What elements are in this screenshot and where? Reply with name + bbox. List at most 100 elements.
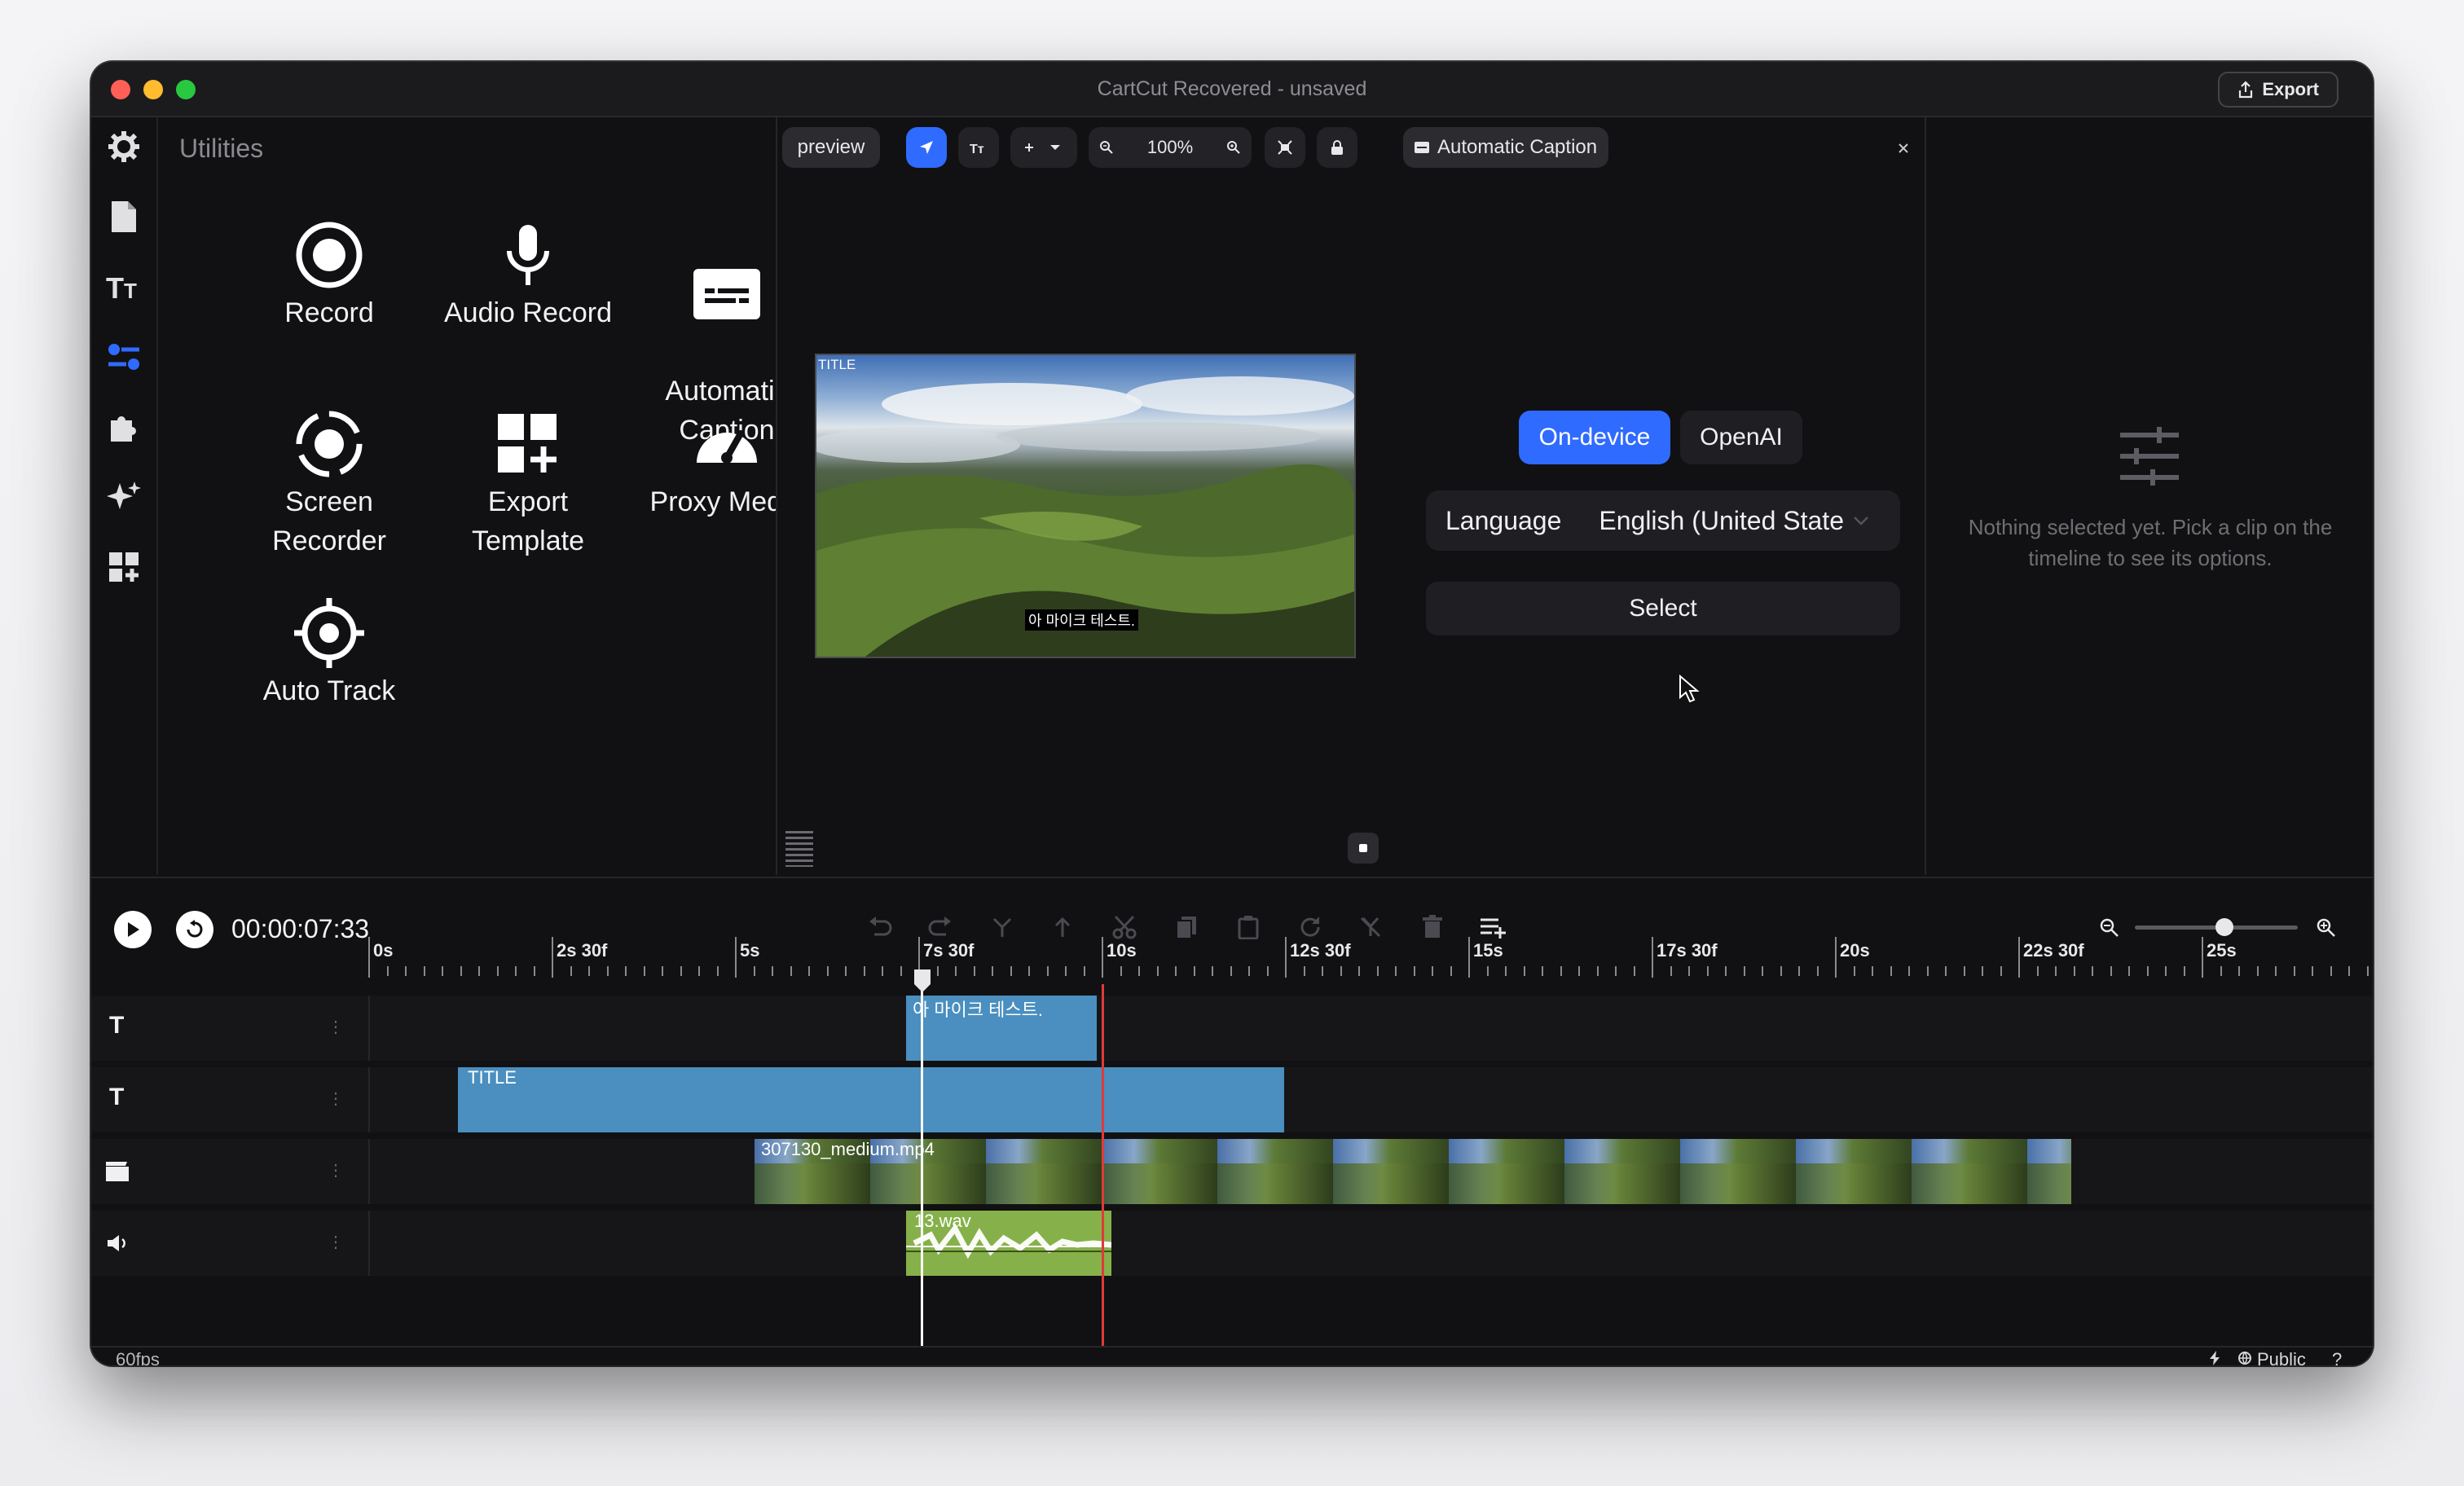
time-ruler[interactable]: 0s 2s 30f 5s 7s 30f 10s 12s 30f 15s 17s 30f 20s 2… [368, 937, 2373, 978]
playhead-handle[interactable] [913, 969, 932, 994]
ruler-tick [442, 966, 443, 976]
close-icon[interactable] [1895, 140, 1912, 156]
track-menu-icon[interactable]: ⋮ [328, 1017, 344, 1037]
title-clip[interactable]: TITLE [458, 1067, 1284, 1132]
ruler-tick [1414, 966, 1415, 976]
tile-label: Record [284, 297, 374, 328]
ruler-tick [2037, 966, 2039, 976]
playhead[interactable] [921, 979, 923, 1346]
video-preview[interactable]: TITLE 아 마이크 테스트. [815, 354, 1356, 658]
title-overlay[interactable]: TITLE [818, 357, 856, 373]
visibility-toggle[interactable]: Public [2257, 1349, 2306, 1365]
ruler-tick [1615, 966, 1617, 976]
caption-tab-label: Automatic Caption [1437, 136, 1598, 158]
ruler-tick [1597, 966, 1599, 976]
sidebar-item-plugins[interactable] [91, 402, 156, 451]
ruler-tick [864, 966, 865, 976]
ruler-tick [478, 966, 480, 976]
ruler-tick [570, 966, 572, 976]
ruler-tick [1120, 966, 1122, 976]
ruler-tick [827, 966, 829, 976]
zoom-in-icon[interactable] [1225, 139, 1242, 156]
fullscreen-button[interactable] [1348, 833, 1379, 864]
language-value[interactable]: English (United State [1599, 506, 1843, 536]
rewind-icon [187, 920, 203, 938]
screen-recorder-tile[interactable]: Screen Recorder [231, 409, 427, 561]
play-button[interactable] [114, 911, 152, 948]
mode-on-device-button[interactable]: On-device [1519, 411, 1670, 464]
zoom-slider-thumb[interactable] [2215, 918, 2233, 936]
mode-label: On-device [1538, 424, 1651, 451]
ruler-tick [1084, 966, 1085, 976]
lock-button[interactable] [1317, 127, 1357, 168]
zoom-out-icon[interactable] [2099, 917, 2120, 939]
sidebar-item-text[interactable]: TT [91, 262, 156, 311]
marker-line[interactable] [1102, 984, 1104, 1346]
zoom-level[interactable]: 100% [1147, 137, 1193, 158]
ruler-tick [1854, 966, 1855, 976]
caption-clip[interactable]: 아 마이크 테스트. [906, 996, 1097, 1061]
ruler-tick [2055, 966, 2057, 976]
loop-button[interactable] [176, 911, 213, 948]
tab-automatic-caption[interactable]: Automatic Caption [1403, 127, 1609, 168]
zoom-in-icon[interactable] [2316, 917, 2337, 939]
ruler-tick [1634, 966, 1635, 976]
stop-square-icon [1359, 844, 1367, 852]
export-template-tile[interactable]: Export Template [430, 409, 626, 561]
pointer-tool-button[interactable] [906, 127, 947, 168]
ruler-tick [625, 966, 627, 976]
subtitle-overlay[interactable]: 아 마이크 테스트. [1025, 609, 1138, 631]
export-button[interactable]: Export [2218, 72, 2339, 108]
ruler-tick [1395, 966, 1397, 976]
audio-clip[interactable]: 13.wav [906, 1211, 1111, 1276]
select-button[interactable]: Select [1426, 582, 1900, 635]
help-button[interactable]: ? [2332, 1349, 2342, 1365]
ruler-tick [790, 966, 792, 976]
audio-record-tile[interactable]: Audio Record [430, 220, 626, 332]
mode-openai-button[interactable]: OpenAI [1680, 411, 1802, 464]
ruler-tick [644, 966, 645, 976]
timeline: 00:00:07:33 0s 2s 30f 5s 7s 30f 10s 12s 30f 15… [91, 877, 2373, 1365]
text-tool-button[interactable]: Tт [958, 127, 999, 168]
track-list-icon[interactable] [785, 831, 813, 867]
ruler-tick [2348, 966, 2350, 976]
video-clip[interactable]: 307130_medium.mp4 [755, 1139, 2071, 1204]
ruler-tick [1285, 937, 1287, 978]
zoom-out-icon[interactable] [1098, 139, 1115, 156]
ruler-tick [424, 966, 425, 976]
ruler-tick [1798, 966, 1800, 976]
ruler-tick [1762, 966, 1763, 976]
automatic-caption-panel: Automatic Caption On-device OpenAI Langu… [1397, 117, 1923, 875]
auto-track-tile[interactable]: Auto Track [231, 598, 427, 710]
track-menu-icon[interactable]: ⋮ [328, 1232, 344, 1252]
add-element-button[interactable] [1010, 127, 1077, 168]
text-icon: Tт [970, 143, 984, 155]
fps-label: 60fps [116, 1349, 160, 1365]
language-selector[interactable]: Language English (United State [1426, 490, 1900, 551]
zoom-control[interactable]: 100% [1089, 127, 1252, 168]
ruler-tick [1908, 966, 1910, 976]
sidebar-item-templates[interactable] [91, 543, 156, 591]
screen-record-icon [296, 411, 363, 477]
sidebar-item-utilities[interactable] [91, 332, 156, 381]
inspector-panel: Nothing selected yet. Pick a clip on the… [1925, 117, 2373, 875]
ruler-tick [808, 966, 810, 976]
sidebar-item-settings[interactable] [91, 122, 156, 171]
fit-screen-icon [1278, 140, 1292, 155]
tab-preview[interactable]: preview [782, 127, 880, 168]
zoom-slider[interactable] [2135, 918, 2298, 936]
ruler-tick [1065, 966, 1067, 976]
ruler-tick [497, 966, 499, 976]
window-title: CartCut Recovered - unsaved [1097, 77, 1367, 100]
play-icon [128, 922, 139, 937]
fit-to-screen-button[interactable] [1265, 127, 1305, 168]
bolt-icon[interactable] [2210, 1351, 2221, 1365]
track-menu-icon[interactable]: ⋮ [328, 1160, 344, 1180]
track-menu-icon[interactable]: ⋮ [328, 1088, 344, 1109]
sidebar-item-effects[interactable] [91, 473, 156, 521]
sidebar-item-media[interactable] [91, 192, 156, 241]
record-tile[interactable]: Record [231, 220, 427, 332]
ruler-tick [2330, 966, 2332, 976]
ruler-tick [1524, 966, 1525, 976]
ruler-label: 25s [2207, 940, 2237, 961]
